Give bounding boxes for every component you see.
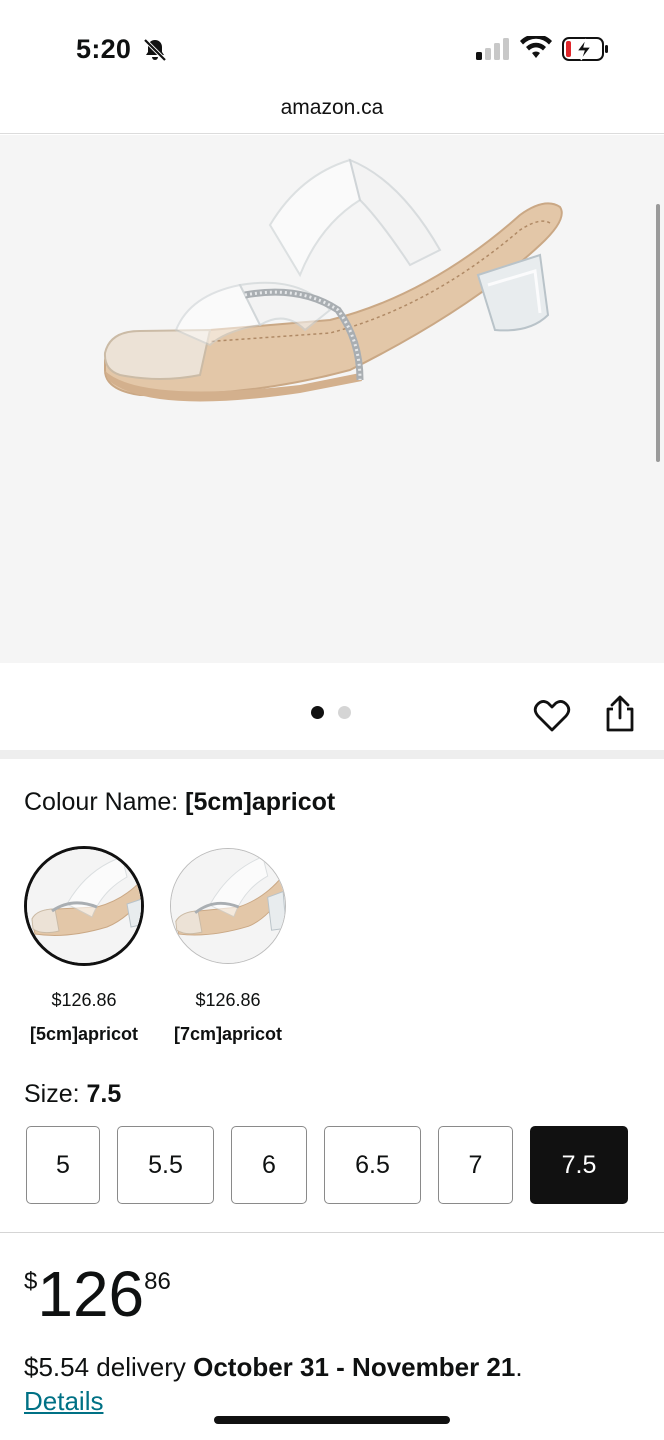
size-value: 7.5: [86, 1080, 122, 1108]
size-option-7[interactable]: 7: [438, 1126, 513, 1204]
swatch-name: [7cm]apricot: [173, 1024, 283, 1044]
url-bar[interactable]: amazon.ca: [0, 96, 664, 134]
heart-icon[interactable]: [532, 696, 572, 736]
size-option-7-5[interactable]: 7.5: [530, 1126, 628, 1204]
size-option-6[interactable]: 6: [231, 1126, 307, 1204]
product-price: $ 126 86: [24, 1262, 171, 1326]
swatch-image: [171, 849, 285, 963]
swatch-price: $126.86: [195, 990, 261, 1010]
price-fraction: 86: [144, 1268, 171, 1295]
colour-value: [5cm]apricot: [185, 788, 336, 816]
scroll-indicator[interactable]: [656, 204, 660, 462]
product-image-gallery[interactable]: [0, 135, 664, 663]
home-indicator[interactable]: [214, 1416, 450, 1424]
swatch-image: [27, 849, 141, 963]
url-text: amazon.ca: [280, 96, 384, 119]
silent-bell-icon: [143, 38, 167, 62]
size-label: Size: 7.5: [24, 1080, 121, 1109]
wifi-icon: [520, 36, 552, 58]
swatch-price: $126.86: [51, 990, 117, 1010]
product-image: [103, 158, 563, 402]
delivery-details-link[interactable]: Details: [24, 1386, 103, 1417]
size-label-text: Size:: [24, 1080, 87, 1108]
share-icon[interactable]: [600, 694, 640, 734]
size-option-5[interactable]: 5: [26, 1126, 100, 1204]
status-bar: 5:20: [0, 0, 664, 96]
size-option-6-5[interactable]: 6.5: [324, 1126, 421, 1204]
delivery-suffix: .: [515, 1352, 523, 1382]
section-divider: [0, 750, 664, 759]
pager-dot-active[interactable]: [311, 706, 324, 719]
delivery-dates: October 31 - November 21: [193, 1352, 516, 1382]
image-pager: [311, 706, 351, 719]
colour-swatch-7cm-apricot[interactable]: [170, 848, 286, 964]
signal-icon: [476, 38, 509, 60]
delivery-prefix: $5.54 delivery: [24, 1352, 194, 1382]
section-divider: [0, 1232, 664, 1233]
delivery-info: $5.54 delivery October 31 - November 21.: [24, 1352, 523, 1383]
colour-label-text: Colour Name:: [24, 788, 186, 816]
colour-name-label: Colour Name: [5cm]apricot: [24, 788, 335, 817]
price-whole: 126: [37, 1258, 145, 1330]
colour-swatch-5cm-apricot[interactable]: [24, 846, 144, 966]
price-currency-symbol: $: [24, 1268, 38, 1295]
swatch-name: [5cm]apricot: [29, 1024, 139, 1044]
status-time: 5:20: [76, 34, 132, 64]
size-option-5-5[interactable]: 5.5: [117, 1126, 214, 1204]
pager-dot[interactable]: [338, 706, 351, 719]
battery-charging-icon: [562, 37, 608, 61]
